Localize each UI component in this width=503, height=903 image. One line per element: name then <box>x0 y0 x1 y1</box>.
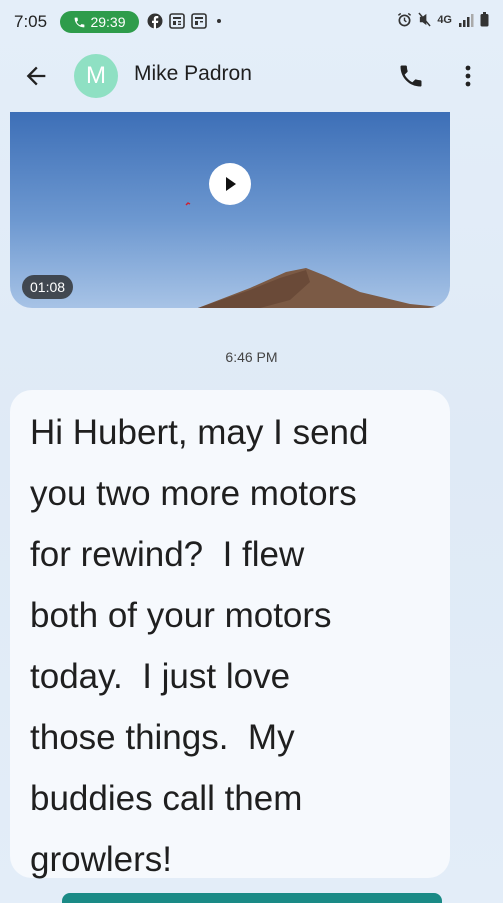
video-thumbnail <box>185 202 450 308</box>
system-icons: 4G <box>397 12 489 27</box>
network-type: 4G <box>437 13 452 26</box>
back-arrow-icon[interactable] <box>22 62 50 90</box>
message-bubble[interactable]: Hi Hubert, may I send you two more motor… <box>10 390 450 879</box>
contact-name[interactable]: Mike Padron <box>134 62 252 86</box>
battery-icon <box>480 12 489 27</box>
avatar-initial: M <box>86 62 106 89</box>
ongoing-call-chip[interactable]: 29:39 <box>60 11 139 33</box>
message-text: Hi Hubert, may I send you two more motor… <box>30 413 369 879</box>
status-time: 7:05 <box>14 12 48 31</box>
more-notifications-dot <box>217 19 221 23</box>
news-icon <box>191 13 207 29</box>
call-timer: 29:39 <box>90 14 126 30</box>
play-icon <box>226 177 236 191</box>
message-timestamp: 6:46 PM <box>225 349 278 365</box>
play-button[interactable] <box>209 163 251 205</box>
phone-icon <box>75 17 85 27</box>
video-attachment[interactable]: 01:08 <box>10 112 450 308</box>
video-duration: 01:08 <box>22 275 74 299</box>
facebook-icon <box>147 13 163 29</box>
alarm-icon <box>398 12 412 27</box>
conversation-header: M Mike Padron <box>0 44 503 108</box>
notification-icons <box>147 13 221 29</box>
mute-icon <box>418 12 431 27</box>
signal-icon <box>459 13 474 27</box>
status-bar: 7:05 29:39 4G <box>0 0 503 44</box>
avatar[interactable]: M <box>74 54 118 98</box>
more-options-icon[interactable] <box>458 62 478 90</box>
phone-call-icon[interactable] <box>397 62 425 90</box>
news-icon <box>169 13 185 29</box>
reply-bar[interactable] <box>62 893 442 903</box>
